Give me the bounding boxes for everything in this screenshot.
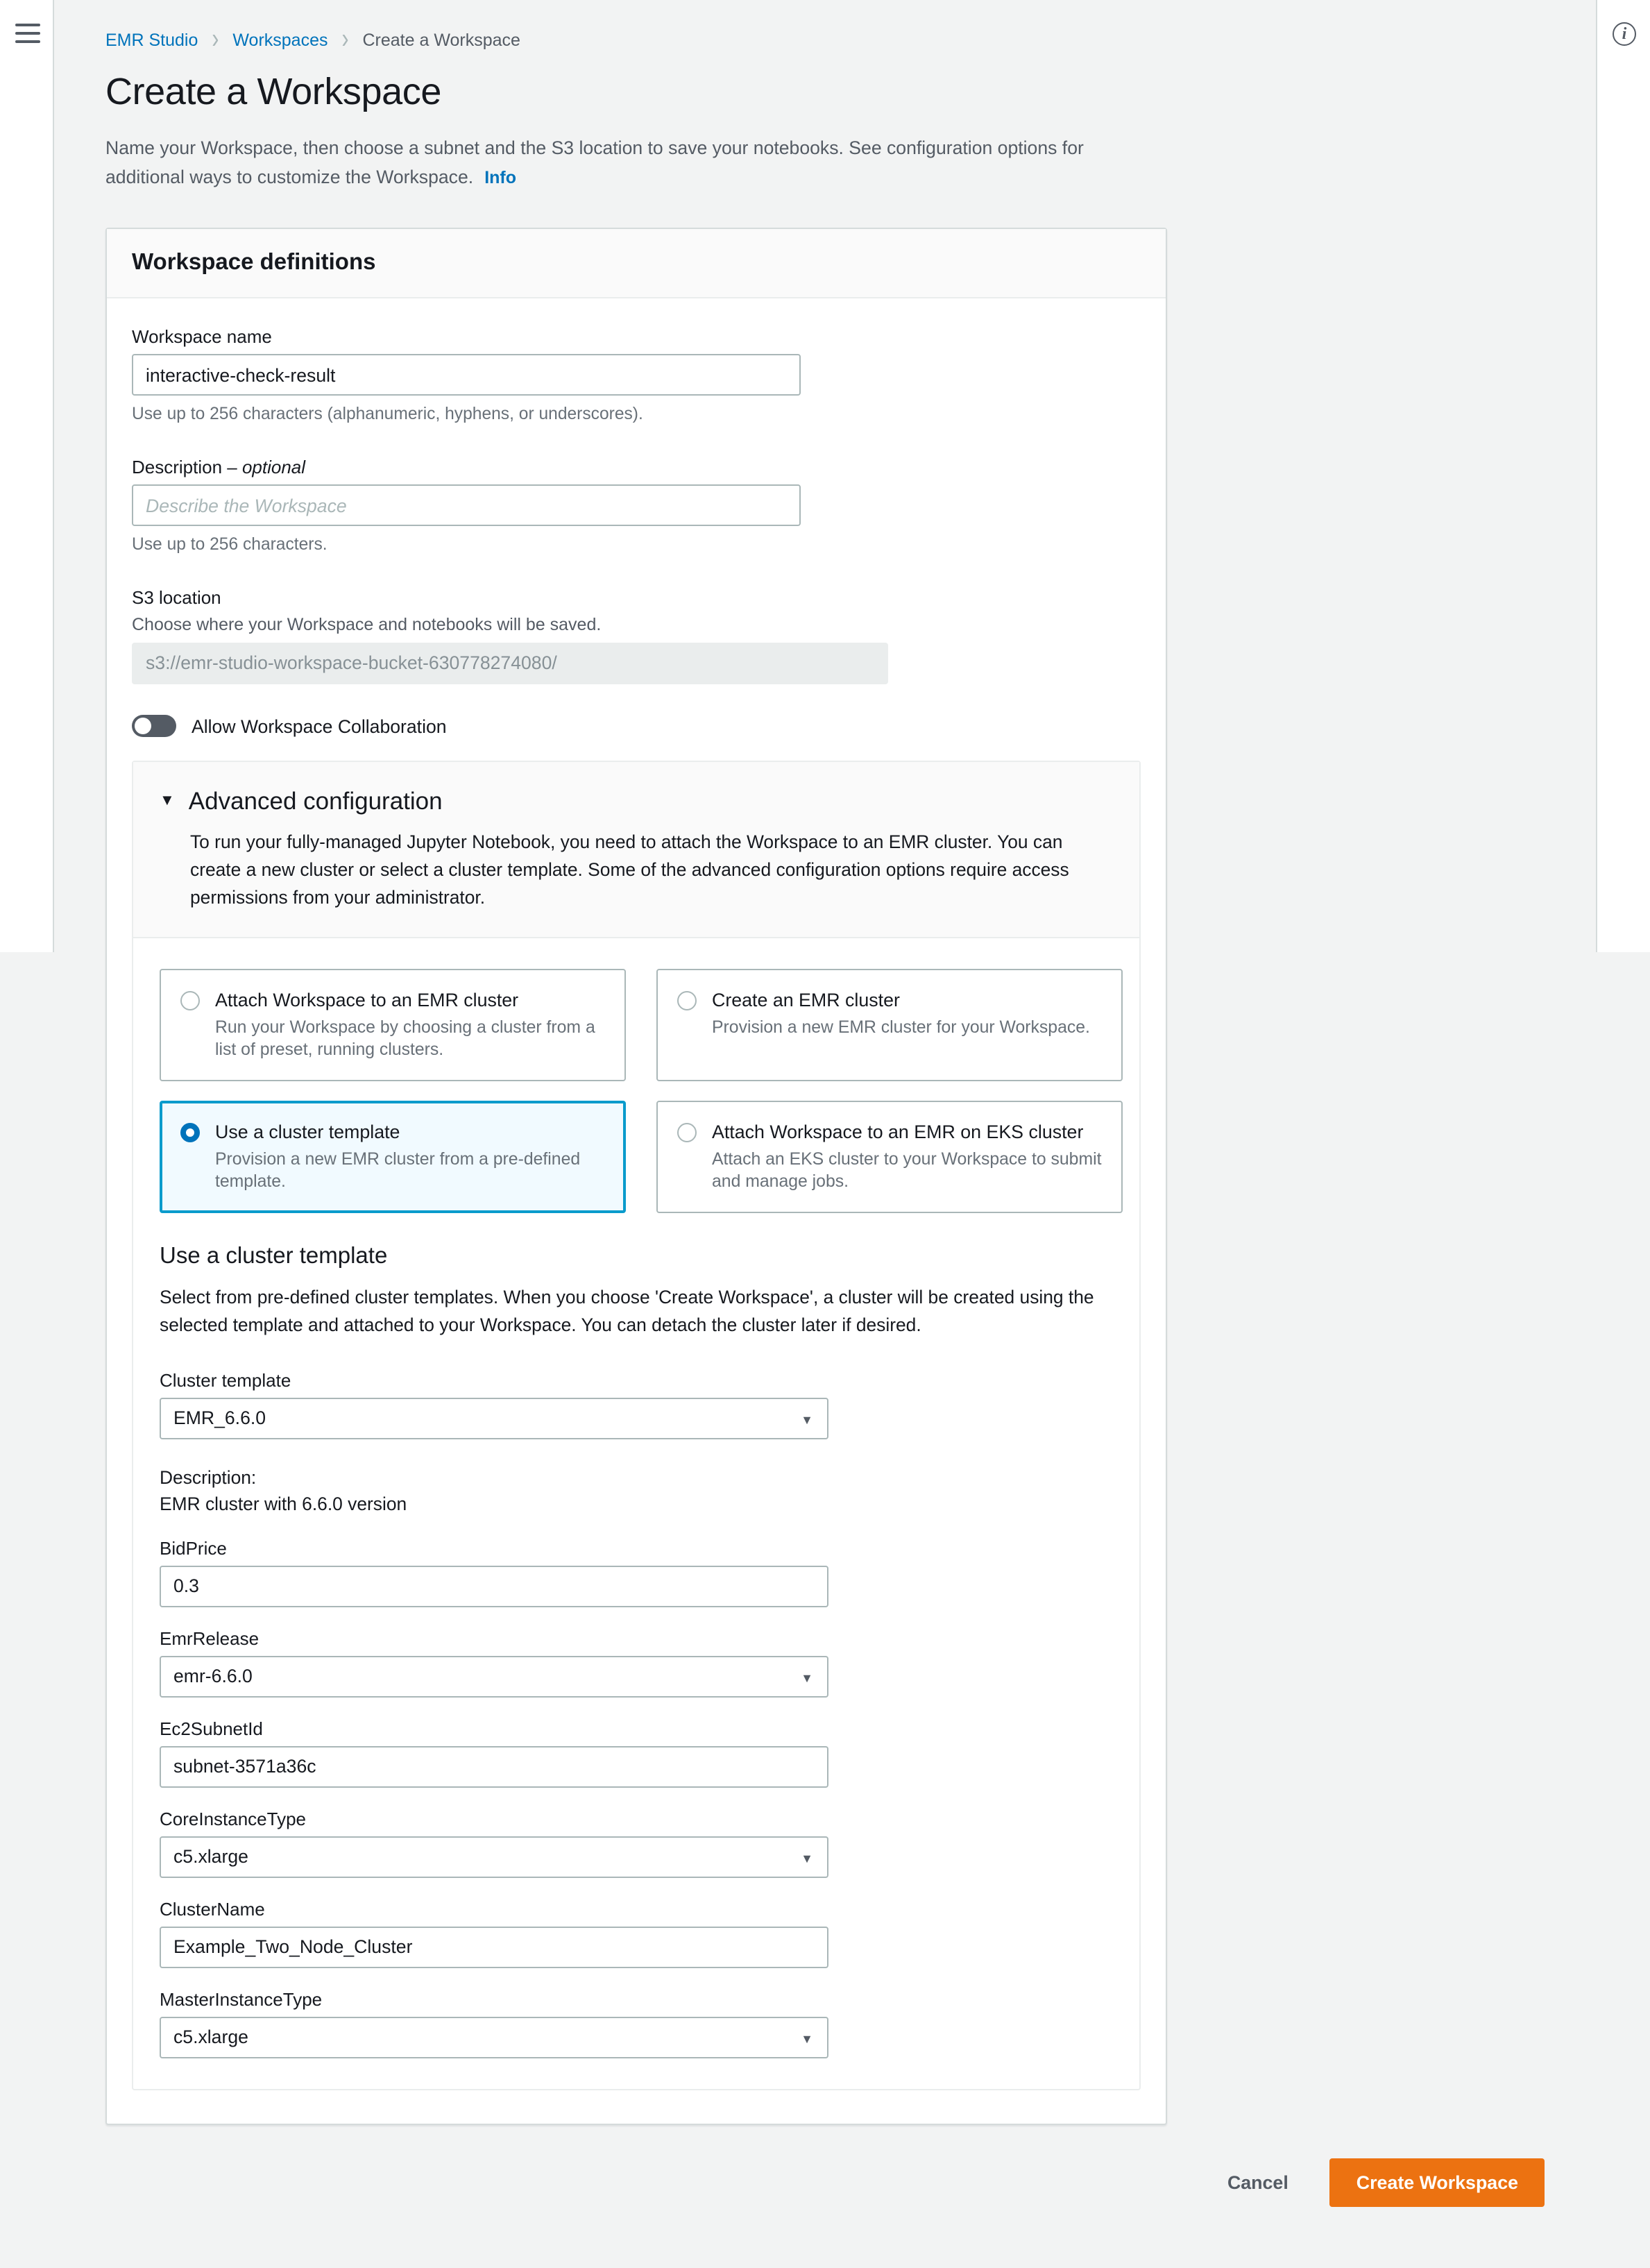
radio-icon[interactable] (677, 1123, 697, 1142)
param-coreinstancetype: CoreInstanceType c5.xlarge ▼ (160, 1809, 1113, 1878)
param-select[interactable]: c5.xlarge (160, 1836, 828, 1878)
breadcrumb: EMR Studio › Workspaces › Create a Works… (105, 0, 1545, 56)
option-subtitle: Provision a new EMR cluster for your Wor… (712, 1017, 1090, 1037)
option-subtitle: Provision a new EMR cluster from a pre-d… (215, 1149, 581, 1191)
card-body: Workspace name Use up to 256 characters … (107, 298, 1166, 2124)
page-title: Create a Workspace (105, 71, 442, 112)
cluster-template-heading: Use a cluster template (160, 1244, 388, 1269)
template-description-label: Description: (160, 1467, 257, 1488)
advanced-configuration-section: ▼ Advanced configuration To run your ful… (132, 761, 1141, 2090)
param-label: EmrRelease (160, 1628, 260, 1649)
left-rail-filler (0, 952, 54, 2268)
toggle-knob (135, 718, 151, 734)
option-create-emr-cluster[interactable]: Create an EMR cluster Provision a new EM… (656, 969, 1123, 1081)
advanced-configuration-description: To run your fully-managed Jupyter Notebo… (190, 831, 1069, 908)
advanced-configuration-header: ▼ Advanced configuration To run your ful… (133, 762, 1139, 938)
param-masterinstancetype: MasterInstanceType c5.xlarge ▼ (160, 1989, 1113, 2058)
cluster-template-fields: Cluster template EMR_6.6.0 ▼ Description… (160, 1370, 1113, 2058)
allow-collaboration-label: Allow Workspace Collaboration (192, 716, 447, 736)
create-workspace-button[interactable]: Create Workspace (1329, 2158, 1545, 2207)
option-title: Attach Workspace to an EMR cluster (215, 990, 519, 1010)
info-icon[interactable]: i (1613, 22, 1636, 46)
param-input[interactable]: 0.3 (160, 1566, 828, 1607)
radio-icon[interactable] (180, 991, 200, 1010)
param-bidprice: BidPrice 0.3 (160, 1538, 1113, 1607)
param-label: ClusterName (160, 1899, 265, 1920)
main-content: EMR Studio › Workspaces › Create a Works… (54, 0, 1596, 2268)
option-use-cluster-template[interactable]: Use a cluster template Provision a new E… (160, 1101, 626, 1213)
cluster-template-description: Select from pre-defined cluster template… (160, 1287, 1094, 1335)
option-subtitle: Attach an EKS cluster to your Workspace … (712, 1149, 1102, 1191)
app-canvas: i EMR Studio › Workspaces › Create a Wor… (0, 0, 1650, 2268)
workspace-definitions-card: Workspace definitions Workspace name Use… (105, 228, 1167, 2125)
param-select[interactable]: emr-6.6.0 (160, 1656, 828, 1698)
s3-location-label: S3 location (132, 587, 221, 608)
s3-location-value: s3://emr-studio-workspace-bucket-6307782… (132, 643, 888, 684)
workspace-description-label-text: Description – (132, 457, 242, 477)
info-link[interactable]: Info (484, 168, 516, 187)
param-input[interactable]: Example_Two_Node_Cluster (160, 1927, 828, 1968)
breadcrumb-item-emr-studio[interactable]: EMR Studio (105, 30, 198, 49)
footer-actions: Cancel Create Workspace (54, 2158, 1596, 2207)
option-subtitle: Run your Workspace by choosing a cluster… (215, 1017, 595, 1059)
workspace-description-field: Description – optional Use up to 256 cha… (132, 457, 1141, 554)
right-rail-filler (1596, 952, 1650, 2268)
collaboration-toggle-row: Allow Workspace Collaboration (132, 715, 1141, 737)
advanced-configuration-title: Advanced configuration (188, 787, 443, 815)
param-clustername: ClusterName Example_Two_Node_Cluster (160, 1899, 1113, 1968)
param-input[interactable]: subnet-3571a36c (160, 1746, 828, 1788)
radio-icon[interactable] (677, 991, 697, 1010)
option-title: Create an EMR cluster (712, 990, 900, 1010)
param-select[interactable]: c5.xlarge (160, 2017, 828, 2058)
page-description-text: Name your Workspace, then choose a subne… (105, 137, 1084, 187)
workspace-name-hint: Use up to 256 characters (alphanumeric, … (132, 404, 643, 423)
cluster-template-field: Cluster template EMR_6.6.0 ▼ (160, 1370, 1113, 1439)
workspace-name-input[interactable] (132, 354, 801, 396)
param-label: MasterInstanceType (160, 1989, 323, 2010)
option-attach-emr-cluster[interactable]: Attach Workspace to an EMR cluster Run y… (160, 969, 626, 1081)
param-label: Ec2SubnetId (160, 1718, 263, 1739)
chevron-down-icon[interactable]: ▼ (160, 786, 175, 816)
card-title: Workspace definitions (132, 250, 376, 275)
workspace-name-field: Workspace name Use up to 256 characters … (132, 326, 1141, 423)
s3-location-sublabel: Choose where your Workspace and notebook… (132, 615, 602, 634)
breadcrumb-separator-icon: › (341, 24, 349, 56)
template-description-value: EMR cluster with 6.6.0 version (160, 1493, 407, 1514)
cancel-button[interactable]: Cancel (1202, 2161, 1313, 2204)
option-title: Attach Workspace to an EMR on EKS cluste… (712, 1122, 1084, 1142)
param-ec2subnetid: Ec2SubnetId subnet-3571a36c (160, 1718, 1113, 1788)
param-label: BidPrice (160, 1538, 227, 1559)
app-page: i EMR Studio › Workspaces › Create a Wor… (0, 0, 1650, 2268)
right-help-rail: i (1596, 0, 1650, 952)
cluster-template-label: Cluster template (160, 1370, 291, 1391)
radio-icon-selected[interactable] (180, 1123, 200, 1142)
allow-collaboration-toggle[interactable] (132, 715, 176, 737)
breadcrumb-item-workspaces[interactable]: Workspaces (232, 30, 328, 49)
breadcrumb-item-current: Create a Workspace (362, 30, 520, 49)
workspace-description-optional-tag: optional (241, 457, 306, 477)
breadcrumb-separator-icon: › (212, 24, 219, 56)
page-description: Name your Workspace, then choose a subne… (105, 133, 1125, 193)
workspace-description-hint: Use up to 256 characters. (132, 534, 328, 554)
cluster-option-grid: Attach Workspace to an EMR cluster Run y… (160, 969, 1123, 1213)
hamburger-icon[interactable] (15, 24, 40, 43)
param-emrrelease: EmrRelease emr-6.6.0 ▼ (160, 1628, 1113, 1698)
workspace-description-label: Description – optional (132, 457, 1141, 477)
param-label: CoreInstanceType (160, 1809, 307, 1829)
advanced-configuration-body: Attach Workspace to an EMR cluster Run y… (133, 938, 1139, 2089)
template-description-block: Description: EMR cluster with 6.6.0 vers… (160, 1464, 1113, 1517)
option-title: Use a cluster template (215, 1122, 400, 1142)
cluster-template-select[interactable]: EMR_6.6.0 (160, 1398, 828, 1439)
card-header: Workspace definitions (107, 229, 1166, 298)
option-attach-emr-on-eks[interactable]: Attach Workspace to an EMR on EKS cluste… (656, 1101, 1123, 1213)
workspace-description-input[interactable] (132, 484, 801, 526)
left-nav-rail (0, 0, 54, 952)
s3-location-field: S3 location Choose where your Workspace … (132, 587, 1141, 684)
workspace-name-label: Workspace name (132, 326, 272, 347)
